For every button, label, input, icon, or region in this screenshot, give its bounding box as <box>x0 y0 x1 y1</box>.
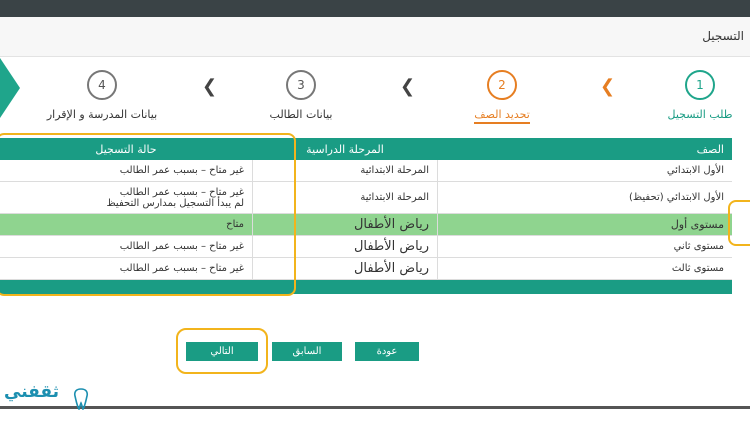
step-registration-request[interactable]: 1 طلب التسجيل <box>640 70 750 121</box>
table-row[interactable]: الأول الابتدائي (تحفيظ) المرحلة الابتدائ… <box>0 182 732 214</box>
watermark-text: ثقفني <box>4 382 59 402</box>
table-header: الصف المرحلة الدراسية حالة التسجيل <box>0 138 732 160</box>
cell-status: غير متاح – بسبب عمر الطالب لم يبدأ التسج… <box>0 182 252 213</box>
cell-status: غير متاح – بسبب عمر الطالب <box>119 165 244 176</box>
step-2-label: تحديد الصف <box>474 108 530 124</box>
top-bar <box>0 0 750 17</box>
table-row[interactable]: الأول الابتدائي المرحلة الابتدائية غير م… <box>0 160 732 182</box>
header-stage: المرحلة الدراسية <box>306 142 384 156</box>
step-school-info[interactable]: 4 بيانات المدرسة و الإقرار <box>42 70 162 121</box>
table-row[interactable]: مستوى ثالث رياض الأطفال غير متاح – بسبب … <box>0 258 732 280</box>
step-3-label: بيانات الطالب <box>269 108 333 121</box>
step-4-label: بيانات المدرسة و الإقرار <box>46 108 158 121</box>
status-line-2: لم يبدأ التسجيل بمدارس التحفيظ <box>106 197 244 209</box>
cell-status: غير متاح – بسبب عمر الطالب <box>119 263 244 274</box>
bottom-divider <box>0 406 750 409</box>
step-1-circle: 1 <box>685 70 715 100</box>
table-row[interactable]: مستوى ثاني رياض الأطفال غير متاح – بسبب … <box>0 236 732 258</box>
back-button[interactable]: عودة <box>355 342 419 361</box>
step-2-circle: 2 <box>487 70 517 100</box>
cell-stage: رياض الأطفال <box>252 258 438 279</box>
step-4-circle: 4 <box>87 70 117 100</box>
step-select-grade[interactable]: 2 تحديد الصف <box>442 70 562 124</box>
cell-stage: رياض الأطفال <box>252 236 438 257</box>
cell-stage: رياض الأطفال <box>252 214 438 235</box>
chevron-left-icon: ❮ <box>600 76 616 97</box>
cell-stage: المرحلة الابتدائية <box>252 182 438 213</box>
tooth-logo-icon <box>73 388 89 410</box>
title-bar: التسجيل <box>0 17 750 57</box>
table-row-available[interactable]: مستوى أول رياض الأطفال متاح <box>0 214 732 236</box>
step-1-label: طلب التسجيل <box>667 108 733 121</box>
next-button[interactable]: التالي <box>186 342 258 361</box>
previous-button[interactable]: السابق <box>272 342 342 361</box>
chevron-left-icon: ❮ <box>400 76 416 97</box>
cell-grade: مستوى ثالث <box>671 263 724 274</box>
cell-grade: مستوى ثاني <box>673 241 724 252</box>
header-grade: الصف <box>696 142 724 156</box>
page-title: التسجيل <box>702 29 744 43</box>
step-student-info[interactable]: 3 بيانات الطالب <box>241 70 361 121</box>
table-footer <box>0 280 732 294</box>
step-3-circle: 3 <box>286 70 316 100</box>
cell-grade: مستوى أول <box>670 218 724 231</box>
cell-status: متاح <box>226 219 244 230</box>
chevron-left-icon: ❮ <box>202 76 218 97</box>
header-status: حالة التسجيل <box>95 142 157 156</box>
status-line-1: غير متاح – بسبب عمر الطالب <box>119 186 244 198</box>
cell-stage: المرحلة الابتدائية <box>252 160 438 181</box>
cell-grade: الأول الابتدائي (تحفيظ) <box>629 192 724 203</box>
cell-grade: الأول الابتدائي <box>666 165 724 176</box>
grades-table: الصف المرحلة الدراسية حالة التسجيل الأول… <box>0 138 732 294</box>
left-arrow-shape <box>0 58 20 118</box>
cell-status: غير متاح – بسبب عمر الطالب <box>119 241 244 252</box>
